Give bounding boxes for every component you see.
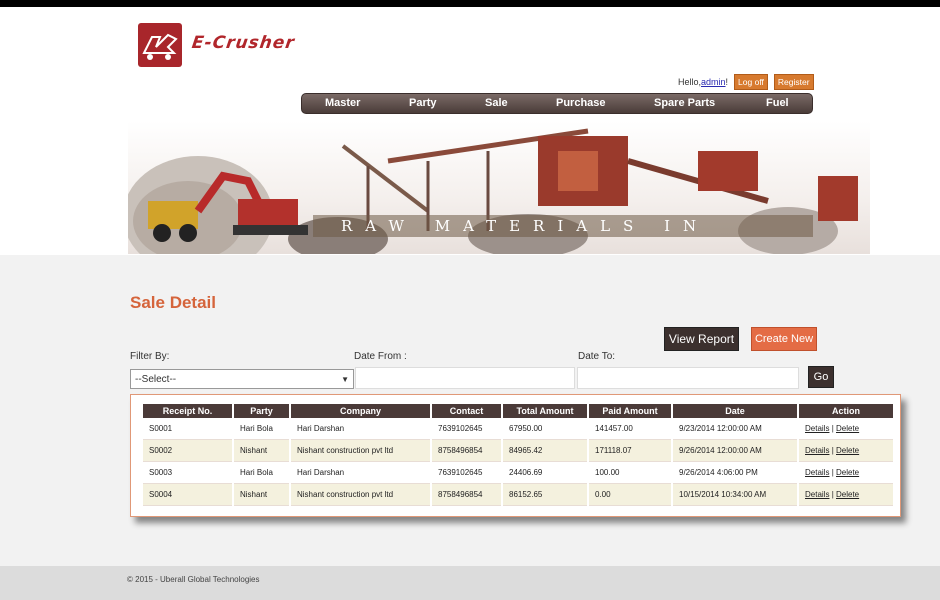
crusher-logo-icon[interactable] (138, 23, 182, 67)
delete-link[interactable]: Delete (836, 468, 859, 477)
column-header-action: Action (799, 404, 893, 418)
cell-total: 24406.69 (503, 462, 587, 484)
cell-action: Details | Delete (799, 418, 893, 440)
nav-item-purchase[interactable]: Purchase (556, 97, 606, 109)
brand-name[interactable]: E-Crusher (191, 33, 297, 53)
delete-link[interactable]: Delete (836, 446, 859, 455)
cell-receipt: S0004 (143, 484, 232, 506)
cell-paid: 141457.00 (589, 418, 671, 440)
delete-link[interactable]: Delete (836, 424, 859, 433)
nav-item-master[interactable]: Master (325, 97, 360, 109)
table-row: S0002 Nishant Nishant construction pvt l… (143, 440, 893, 462)
date-from-input[interactable] (355, 367, 575, 389)
column-header-receipt[interactable]: Receipt No. (143, 404, 232, 418)
cell-date: 9/26/2014 4:06:00 PM (673, 462, 797, 484)
cell-company: Nishant construction pvt ltd (291, 440, 430, 462)
column-header-paid-amount[interactable]: Paid Amount (589, 404, 671, 418)
cell-receipt: S0001 (143, 418, 232, 440)
cell-party: Nishant (234, 440, 289, 462)
cell-contact: 7639102645 (432, 462, 501, 484)
action-separator: | (831, 446, 834, 455)
copyright-text: © 2015 - Uberall Global Technologies (127, 575, 260, 584)
cell-date: 9/23/2014 12:00:00 AM (673, 418, 797, 440)
sales-grid: Receipt No. Party Company Contact Total … (130, 394, 901, 517)
register-button[interactable]: Register (773, 74, 814, 90)
nav-item-sale[interactable]: Sale (485, 97, 508, 109)
logoff-button[interactable]: Log off (734, 74, 768, 90)
table-row: S0001 Hari Bola Hari Darshan 7639102645 … (143, 418, 893, 440)
filter-select-value: --Select-- (135, 373, 177, 385)
filter-select[interactable]: --Select-- ▼ (130, 369, 354, 389)
cell-party: Nishant (234, 484, 289, 506)
details-link[interactable]: Details (805, 446, 829, 455)
details-link[interactable]: Details (805, 490, 829, 499)
date-from-label: Date From : (354, 351, 407, 362)
go-button[interactable]: Go (808, 366, 834, 388)
cell-company: Hari Darshan (291, 418, 430, 440)
action-separator: | (831, 468, 834, 477)
column-header-party[interactable]: Party (234, 404, 289, 418)
date-to-label: Date To: (578, 351, 616, 362)
delete-link[interactable]: Delete (836, 490, 859, 499)
cell-date: 10/15/2014 10:34:00 AM (673, 484, 797, 506)
cell-company: Hari Darshan (291, 462, 430, 484)
cell-paid: 100.00 (589, 462, 671, 484)
cell-party: Hari Bola (234, 418, 289, 440)
table-header-row: Receipt No. Party Company Contact Total … (143, 404, 893, 418)
sales-table: Receipt No. Party Company Contact Total … (141, 404, 895, 506)
column-header-total-amount[interactable]: Total Amount (503, 404, 587, 418)
cell-paid: 171118.07 (589, 440, 671, 462)
cell-total: 86152.65 (503, 484, 587, 506)
cell-receipt: S0003 (143, 462, 232, 484)
cell-contact: 7639102645 (432, 418, 501, 440)
cell-party: Hari Bola (234, 462, 289, 484)
cell-paid: 0.00 (589, 484, 671, 506)
column-header-contact[interactable]: Contact (432, 404, 501, 418)
hello-text: Hello, (678, 77, 702, 87)
cell-receipt: S0002 (143, 440, 232, 462)
site-header: E-Crusher Hello, admin ! Log off Registe… (0, 7, 940, 255)
cell-action: Details | Delete (799, 440, 893, 462)
column-header-company[interactable]: Company (291, 404, 430, 418)
cell-total: 67950.00 (503, 418, 587, 440)
nav-item-party[interactable]: Party (409, 97, 437, 109)
details-link[interactable]: Details (805, 424, 829, 433)
table-row: S0004 Nishant Nishant construction pvt l… (143, 484, 893, 506)
hello-suffix: ! (725, 77, 729, 87)
view-report-button[interactable]: View Report (664, 327, 739, 351)
create-new-button[interactable]: Create New (751, 327, 817, 351)
table-row: S0003 Hari Bola Hari Darshan 7639102645 … (143, 462, 893, 484)
details-link[interactable]: Details (805, 468, 829, 477)
nav-item-fuel[interactable]: Fuel (766, 97, 789, 109)
action-separator: | (831, 424, 834, 433)
cell-date: 9/26/2014 12:00:00 AM (673, 440, 797, 462)
cell-contact: 8758496854 (432, 484, 501, 506)
main-nav: Master Party Sale Purchase Spare Parts F… (301, 93, 813, 114)
user-bar: Hello, admin ! Log off Register (678, 74, 814, 90)
action-separator: | (831, 490, 834, 499)
cell-action: Details | Delete (799, 484, 893, 506)
cell-action: Details | Delete (799, 462, 893, 484)
banner-image: RAW MATERIALS IN (128, 121, 870, 254)
date-to-input[interactable] (577, 367, 799, 389)
cell-company: Nishant construction pvt ltd (291, 484, 430, 506)
page-title: Sale Detail (130, 293, 216, 312)
cell-total: 84965.42 (503, 440, 587, 462)
top-strip (0, 0, 940, 7)
username-link[interactable]: admin (701, 77, 726, 87)
filter-by-label: Filter By: (130, 351, 170, 362)
page-footer: © 2015 - Uberall Global Technologies (0, 566, 940, 600)
cell-contact: 8758496854 (432, 440, 501, 462)
nav-item-spare-parts[interactable]: Spare Parts (654, 97, 715, 109)
banner-caption: RAW MATERIALS IN (341, 217, 710, 235)
dropdown-arrow-icon: ▼ (341, 374, 349, 384)
column-header-date[interactable]: Date (673, 404, 797, 418)
